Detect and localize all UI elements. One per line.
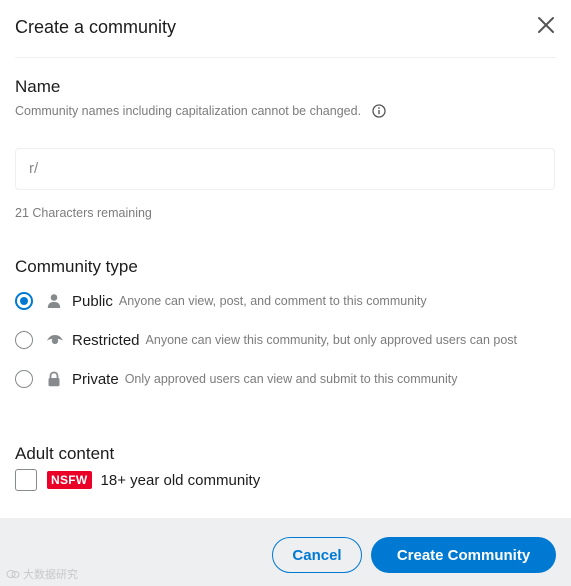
radio-public[interactable]: [15, 292, 33, 310]
adult-content-label: Adult content: [15, 444, 115, 463]
person-icon: [46, 293, 62, 309]
option-desc-public: Anyone can view, post, and comment to th…: [118, 294, 427, 308]
radio-option-private[interactable]: Private Only approved users can view and…: [15, 367, 457, 391]
community-name-field[interactable]: r/: [15, 148, 555, 190]
adult-checkbox-label: 18+ year old community: [100, 471, 261, 489]
community-type-label: Community type: [15, 257, 138, 276]
modal-header: Create a community: [15, 0, 556, 58]
lock-icon: [46, 371, 62, 387]
option-name-public: Public: [72, 292, 113, 310]
option-name-restricted: Restricted: [72, 331, 140, 349]
radio-restricted[interactable]: [15, 331, 33, 349]
name-label: Name: [15, 77, 61, 96]
create-community-button[interactable]: Create Community: [371, 537, 556, 573]
adult-content-option[interactable]: NSFW 18+ year old community: [15, 469, 260, 491]
info-icon[interactable]: [372, 104, 386, 118]
watermark-logo-icon: [6, 568, 20, 580]
option-desc-private: Only approved users can view and submit …: [124, 372, 458, 386]
characters-remaining: 21 Characters remaining: [15, 206, 152, 220]
create-community-modal: Create a community Name Community names …: [0, 0, 571, 586]
radio-private[interactable]: [15, 370, 33, 388]
option-desc-restricted: Anyone can view this community, but only…: [145, 333, 518, 347]
nsfw-badge: NSFW: [47, 471, 92, 489]
nsfw-checkbox[interactable]: [15, 469, 37, 491]
option-name-private: Private: [72, 370, 119, 388]
watermark-text: 大数据研究: [23, 569, 78, 581]
community-name-input[interactable]: [48, 149, 548, 189]
name-help-text: Community names including capitalization…: [15, 104, 386, 118]
name-help-label: Community names including capitalization…: [15, 104, 362, 118]
modal-title: Create a community: [15, 17, 177, 37]
radio-option-public[interactable]: Public Anyone can view, post, and commen…: [15, 289, 427, 313]
name-prefix: r/: [29, 160, 39, 177]
cancel-button[interactable]: Cancel: [272, 537, 362, 573]
modal-footer: Cancel Create Community: [0, 518, 571, 586]
watermark: 大数据研究: [6, 566, 78, 582]
eye-icon: [46, 332, 63, 348]
radio-option-restricted[interactable]: Restricted Anyone can view this communit…: [15, 328, 517, 352]
close-icon[interactable]: [535, 14, 557, 36]
